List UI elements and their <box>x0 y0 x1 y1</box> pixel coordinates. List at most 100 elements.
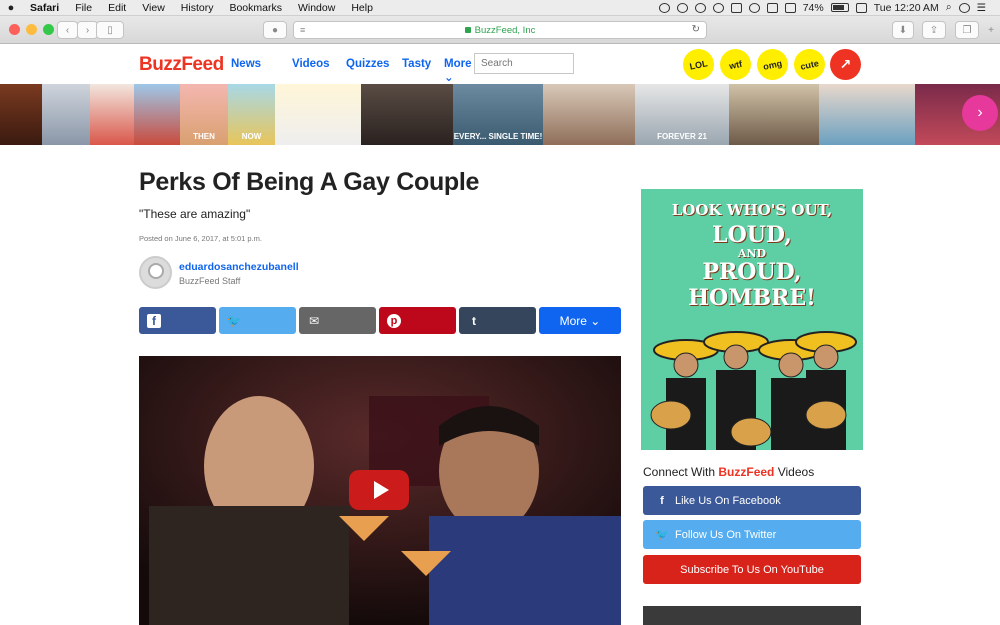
strip-tile[interactable] <box>361 84 453 145</box>
apple-menu-icon[interactable]: ● <box>0 2 22 14</box>
nav-tasty[interactable]: Tasty <box>402 58 444 84</box>
strip-tile[interactable] <box>275 84 361 145</box>
author-name[interactable]: eduardosanchezubanell <box>179 261 299 273</box>
minimize-window-button[interactable] <box>26 24 37 35</box>
time-machine-icon[interactable] <box>712 2 724 13</box>
twitter-icon: 🐦 <box>655 529 669 541</box>
macos-menubar: ● Safari File Edit View History Bookmark… <box>0 0 1000 16</box>
share-more-button[interactable]: More ⌄ <box>539 307 621 334</box>
sidebar-video-thumbnail[interactable] <box>643 606 861 625</box>
strip-tile[interactable]: THEN <box>180 84 228 145</box>
forward-button[interactable]: › <box>77 21 98 39</box>
site-header: BuzzFeed News Videos Quizzes Tasty More … <box>0 45 1000 84</box>
share-button[interactable]: ⇪ <box>922 21 946 39</box>
strip-tile[interactable] <box>729 84 819 145</box>
ad-line: LOUD, <box>712 222 792 248</box>
menu-window[interactable]: Window <box>290 2 343 14</box>
search-input[interactable] <box>474 53 574 74</box>
extension-button[interactable]: ● <box>263 21 287 39</box>
reader-icon[interactable]: ≡ <box>300 25 305 35</box>
twitter-icon: 🐦 <box>226 313 242 328</box>
strip-tile[interactable] <box>134 84 180 145</box>
creative-cloud-icon[interactable] <box>658 2 670 13</box>
buzzfeed-logo[interactable]: BuzzFeed <box>139 54 224 76</box>
share-icon: ⇪ <box>929 24 939 36</box>
strip-tile[interactable]: EVERY... SINGLE TIME! <box>453 84 543 145</box>
close-window-button[interactable] <box>9 24 20 35</box>
share-twitter-button[interactable]: 🐦 <box>219 307 296 334</box>
trending-button[interactable]: ↗ <box>830 49 861 80</box>
browser-toolbar: ‹ › ▯ ● ≡ BuzzFeed, Inc ↻ ⬇ ⇪ ❐ + <box>0 16 1000 44</box>
badge-lol[interactable]: LOL <box>680 46 717 83</box>
author-role: BuzzFeed Staff <box>179 276 241 286</box>
strip-tile[interactable] <box>819 84 915 145</box>
drive-icon[interactable] <box>676 2 688 13</box>
twitter-label: Follow Us On Twitter <box>675 528 777 541</box>
tumblr-icon: t <box>472 313 476 328</box>
connect-brand: BuzzFeed <box>718 465 775 479</box>
back-button[interactable]: ‹ <box>57 21 78 39</box>
video-player[interactable] <box>139 356 621 625</box>
nav-videos[interactable]: Videos <box>292 58 346 84</box>
strip-tile[interactable] <box>543 84 635 145</box>
share-more-label: More ⌄ <box>559 313 601 328</box>
share-email-button[interactable]: ✉ <box>299 307 376 334</box>
author-avatar[interactable] <box>139 256 172 289</box>
menu-file[interactable]: File <box>67 2 100 14</box>
trending-arrow-icon: ↗ <box>839 56 852 72</box>
menu-history[interactable]: History <box>173 2 222 14</box>
strip-tile[interactable] <box>42 84 90 145</box>
badge-cute[interactable]: cute <box>791 46 828 83</box>
twitter-follow-button[interactable]: 🐦 Follow Us On Twitter <box>643 520 861 549</box>
article-title: Perks Of Being A Gay Couple <box>139 168 480 196</box>
battery-icon[interactable] <box>830 3 849 12</box>
strip-tile[interactable]: NOW <box>228 84 275 145</box>
nav-quizzes[interactable]: Quizzes <box>346 58 402 84</box>
facebook-icon: f <box>147 313 161 328</box>
spotlight-icon[interactable]: ⌕ <box>946 1 952 14</box>
downloads-button[interactable]: ⬇ <box>892 21 914 39</box>
badge-wtf[interactable]: wtf <box>717 46 754 83</box>
strip-tile[interactable] <box>0 84 42 145</box>
wifi-icon[interactable] <box>748 2 760 13</box>
ad-line: LOOK WHO'S OUT, <box>671 201 833 219</box>
notification-center-icon[interactable]: ☰ <box>977 2 986 14</box>
menu-help[interactable]: Help <box>343 2 381 14</box>
sidebar-toggle-button[interactable]: ▯ <box>96 21 124 39</box>
menu-edit[interactable]: Edit <box>100 2 134 14</box>
badge-omg[interactable]: omg <box>754 46 791 83</box>
user-icon[interactable] <box>958 2 970 13</box>
address-bar[interactable]: ≡ BuzzFeed, Inc ↻ <box>293 21 707 39</box>
clock[interactable]: Tue 12:20 AM <box>874 2 939 14</box>
new-tab-button[interactable]: + <box>983 21 999 39</box>
battery-percent[interactable]: 74% <box>803 2 824 14</box>
menu-bookmarks[interactable]: Bookmarks <box>221 2 290 14</box>
facebook-follow-button[interactable]: f Like Us On Facebook <box>643 486 861 515</box>
plus-icon: + <box>988 24 994 36</box>
menu-view[interactable]: View <box>134 2 173 14</box>
strip-next-button[interactable]: › <box>962 95 998 131</box>
sync-icon[interactable] <box>694 2 706 13</box>
strip-tile[interactable] <box>90 84 134 145</box>
strip-tile[interactable]: FOREVER 21 <box>635 84 729 145</box>
airplay-icon[interactable] <box>766 2 778 13</box>
nav-news[interactable]: News <box>231 58 292 84</box>
share-tumblr-button[interactable]: t <box>459 307 536 334</box>
play-button[interactable] <box>349 470 409 510</box>
sidebar-ad[interactable]: LOOK WHO'S OUT, LOUD, AND PROUD, HOMBRE! <box>641 189 863 450</box>
url-text: BuzzFeed, Inc <box>474 24 536 36</box>
zoom-window-button[interactable] <box>43 24 54 35</box>
menu-app-safari[interactable]: Safari <box>22 2 67 14</box>
share-pinterest-button[interactable]: p <box>379 307 456 334</box>
avatar-face-icon <box>148 263 164 279</box>
tabs-overview-button[interactable]: ❐ <box>955 21 979 39</box>
volume-icon[interactable] <box>784 2 796 13</box>
posted-date: Posted on June 6, 2017, at 5:01 p.m. <box>139 234 263 243</box>
facebook-label: Like Us On Facebook <box>675 494 781 507</box>
bluetooth-icon[interactable] <box>730 2 742 13</box>
youtube-subscribe-button[interactable]: Subscribe To Us On YouTube <box>643 555 861 584</box>
flag-icon[interactable] <box>855 2 867 13</box>
share-facebook-button[interactable]: f <box>139 307 216 334</box>
reload-icon[interactable]: ↻ <box>692 24 700 35</box>
connect-suffix: Videos <box>774 465 815 479</box>
